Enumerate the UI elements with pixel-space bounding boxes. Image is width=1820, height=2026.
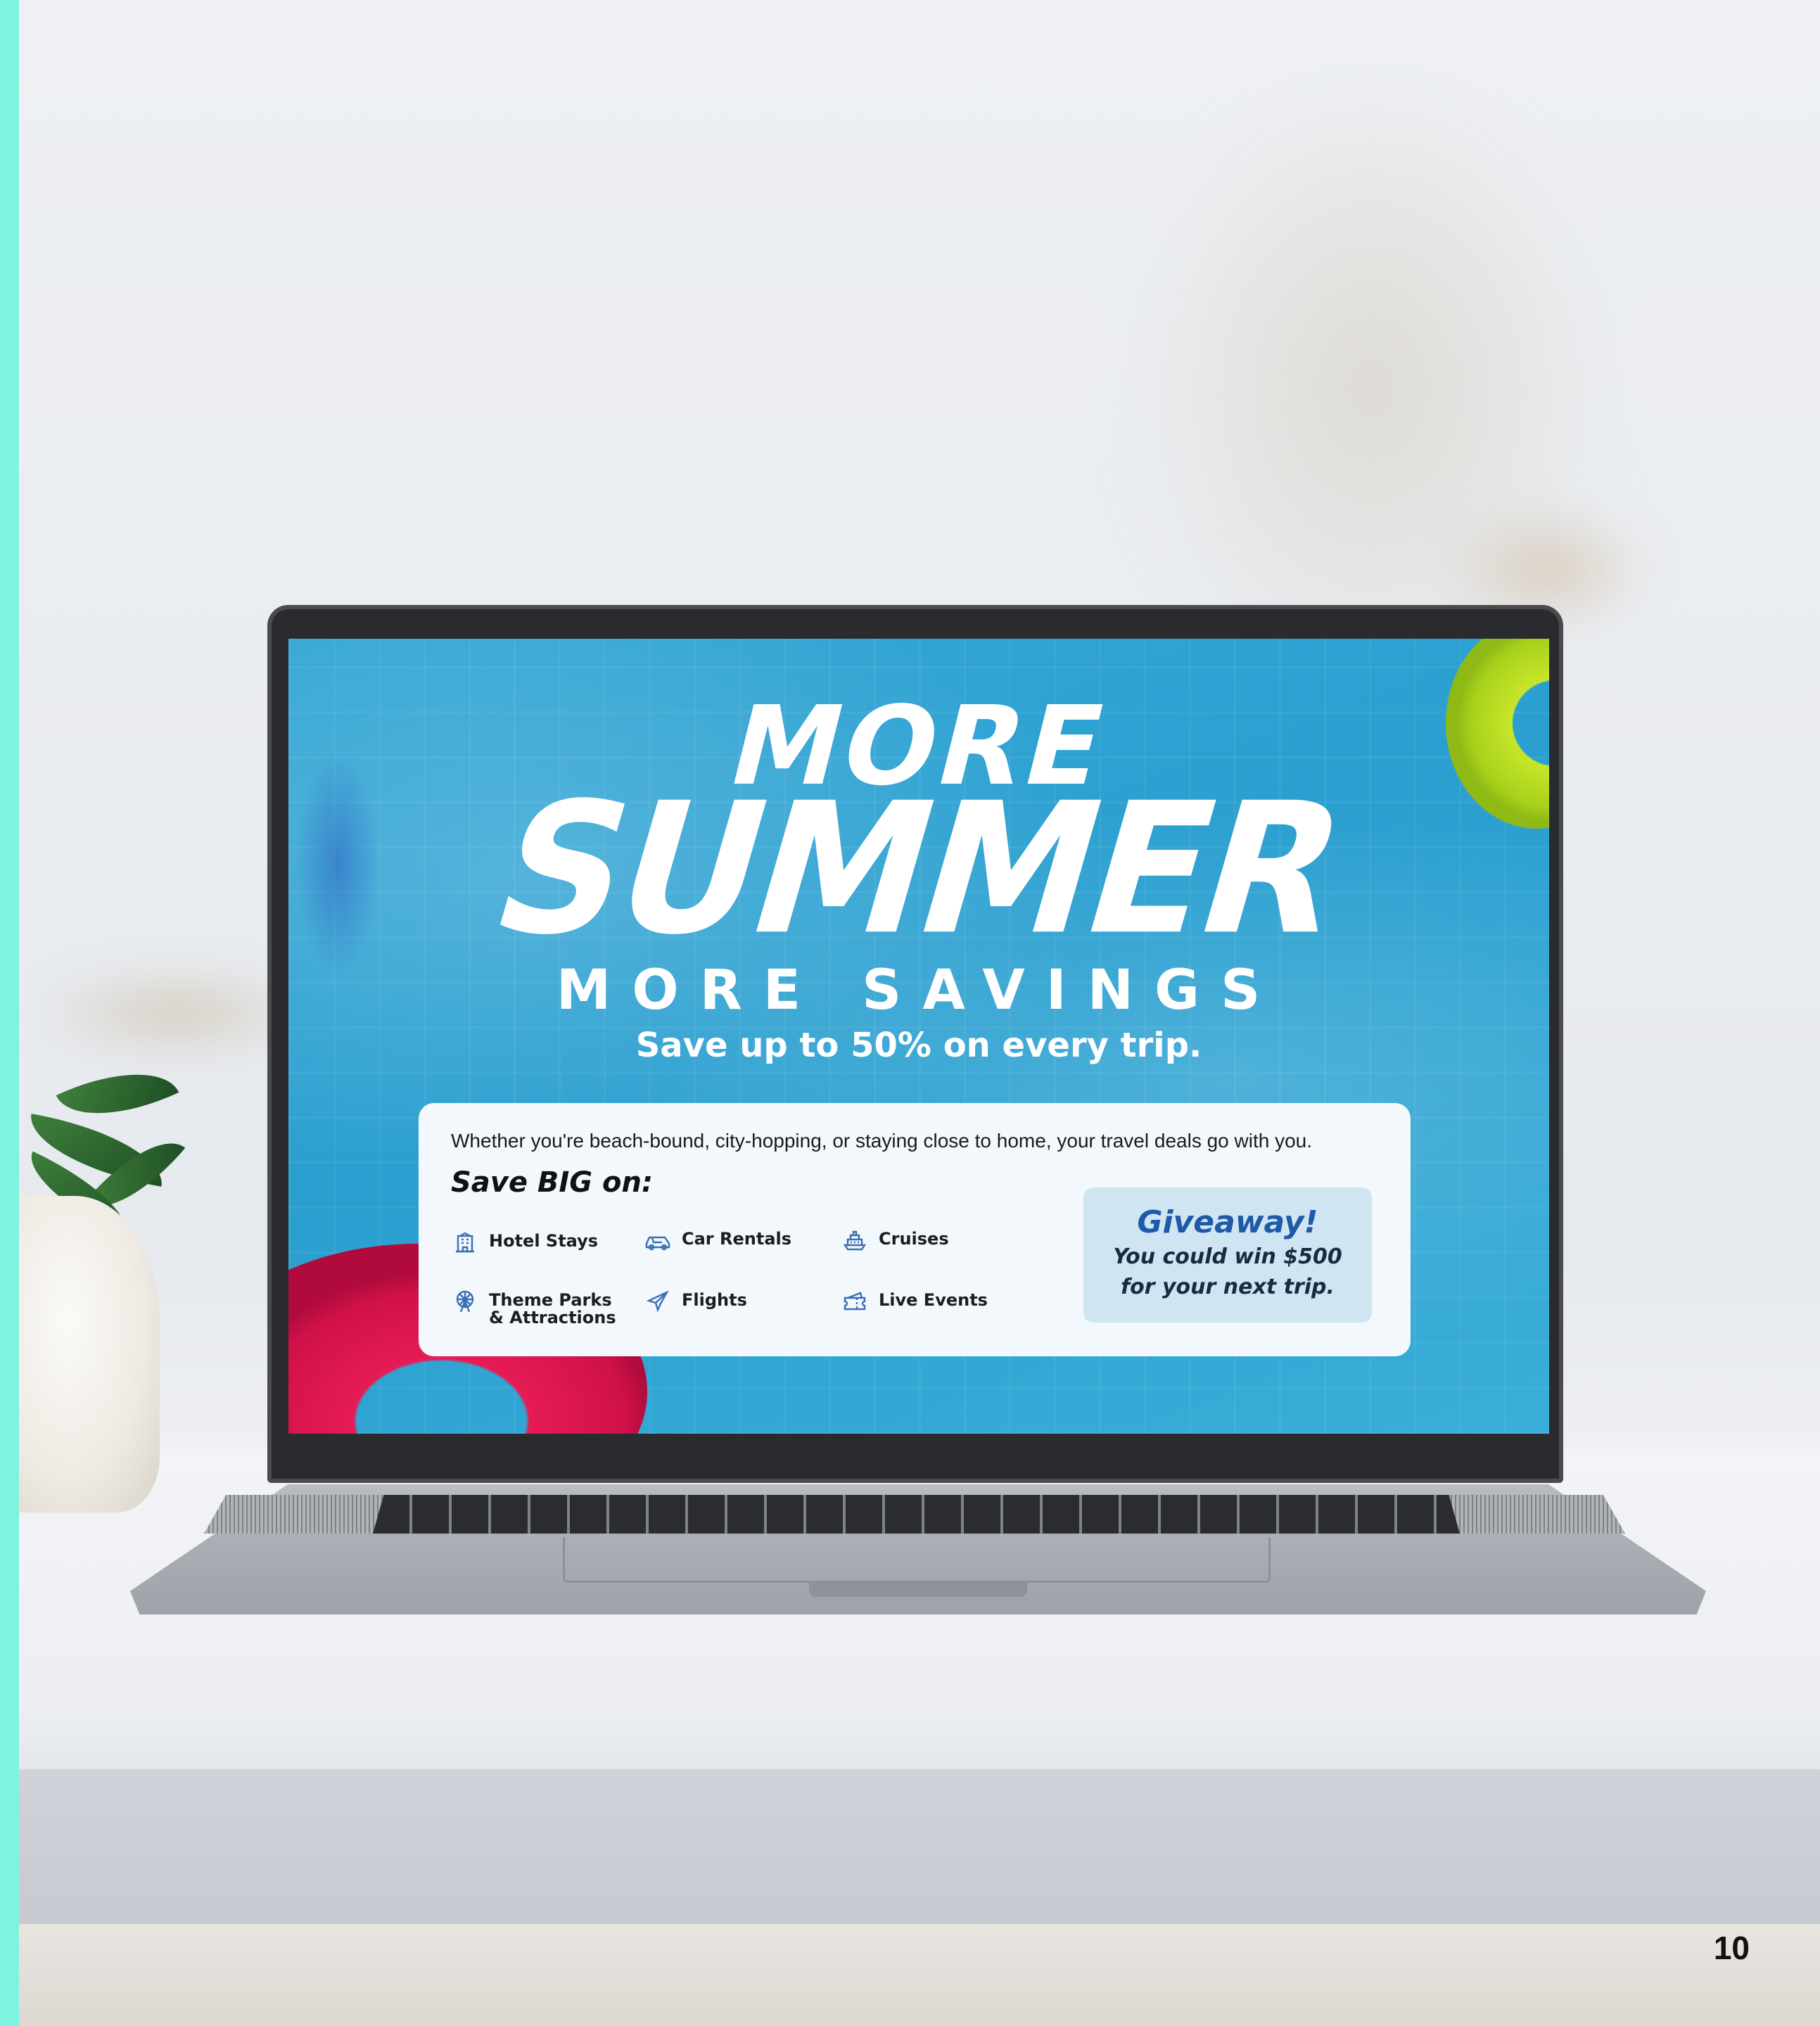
shelf-edge (19, 1769, 1820, 1924)
laptop-screen: MORE SUMMER MORE SAVINGS Save up to 50% … (288, 639, 1549, 1434)
category-label: Car Rentals (682, 1229, 792, 1249)
tagline: Save up to 50% on every trip. (635, 1026, 1202, 1065)
save-big-heading: Save BIG on: (451, 1166, 654, 1199)
giveaway-line-2: for your next trip. (1121, 1274, 1335, 1299)
category-theme-parks[interactable]: Theme Parks & Attractions (451, 1287, 623, 1327)
ticket-icon (841, 1287, 869, 1315)
accent-strip (0, 0, 19, 2026)
giveaway-line-1: You could win $500 (1113, 1244, 1342, 1269)
page-number: 10 (1713, 1930, 1750, 1966)
floor (19, 1924, 1820, 2026)
car-icon (644, 1226, 672, 1254)
category-label: Cruises (879, 1229, 949, 1249)
trackpad (563, 1537, 1271, 1583)
speaker-grille-left (204, 1495, 387, 1534)
giveaway-box[interactable]: Giveaway! You could win $500 for your ne… (1083, 1187, 1372, 1323)
ship-icon (841, 1226, 869, 1254)
lid-notch (809, 1583, 1027, 1597)
category-hotel-stays[interactable]: Hotel Stays (451, 1228, 598, 1256)
headline-savings: MORE SAVINGS (556, 959, 1282, 1022)
giveaway-title: Giveaway! (1137, 1204, 1318, 1240)
category-label: Theme Parks & Attractions (489, 1290, 616, 1328)
potted-plant (16, 1041, 188, 1512)
category-car-rentals[interactable]: Car Rentals (644, 1226, 791, 1254)
category-label: Live Events (879, 1290, 988, 1310)
headline-summer: SUMMER (472, 763, 1366, 975)
category-label: Flights (682, 1290, 747, 1310)
category-flights[interactable]: Flights (644, 1287, 747, 1315)
plant-pot (19, 1196, 160, 1512)
category-label: Hotel Stays (489, 1231, 599, 1251)
hotel-icon (451, 1228, 479, 1256)
category-live-events[interactable]: Live Events (841, 1287, 988, 1315)
intro-text: Whether you're beach-bound, city-hopping… (451, 1130, 1313, 1152)
ferris-wheel-icon (451, 1287, 479, 1315)
category-cruises[interactable]: Cruises (841, 1226, 949, 1254)
keyboard (373, 1495, 1460, 1534)
speaker-grille-right (1442, 1495, 1625, 1534)
airplane-icon (644, 1287, 672, 1315)
deal-card: Whether you're beach-bound, city-hopping… (419, 1103, 1411, 1356)
